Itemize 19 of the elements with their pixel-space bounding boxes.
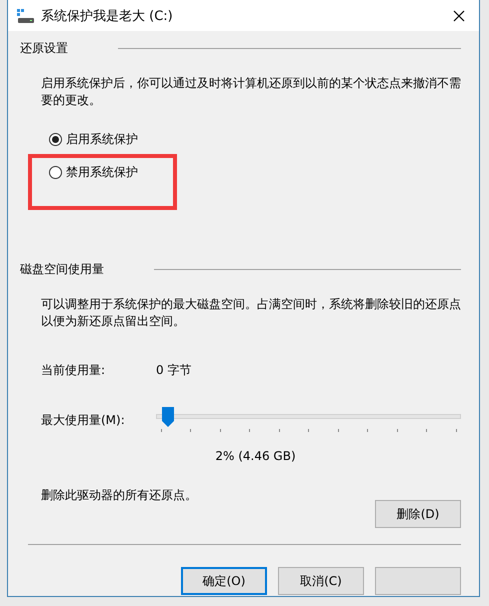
description-text: 启用系统保护后，你可以通过及时将计算机还原到以前的某个状态点来撤消不需要的更改。 [41,75,462,109]
radio-button[interactable]: 禁用系统保护 [49,164,138,180]
dialog-button[interactable]: 确定(O) [181,567,267,595]
description-text: 删除此驱动器的所有还原点。 [41,487,197,504]
slider-reading: 2% (4.46 GB) [214,449,297,463]
section-heading: 磁盘空间使用量 [20,260,104,278]
section-heading: 还原设置 [20,40,68,56]
delete-button[interactable]: 删除(D) [375,500,461,528]
field-label: 最大使用量(M): [41,412,126,428]
field-value: 0 字节 [156,362,192,379]
slider-thumb[interactable] [162,407,174,427]
field-label: 当前使用量: [41,362,106,379]
window-title: 系统保护我是老大 (C:) [41,8,174,24]
description-text: 可以调整用于系统保护的最大磁盘空间。占满空间时，系统将删除较旧的还原点以便为新还原点留出空间。 [41,296,462,330]
radio-button[interactable]: 启用系统保护 [49,130,138,148]
dialog-button[interactable]: 取消(C) [278,567,364,595]
close-icon [453,10,465,22]
drive-icon [17,8,35,22]
slider[interactable] [156,407,461,433]
